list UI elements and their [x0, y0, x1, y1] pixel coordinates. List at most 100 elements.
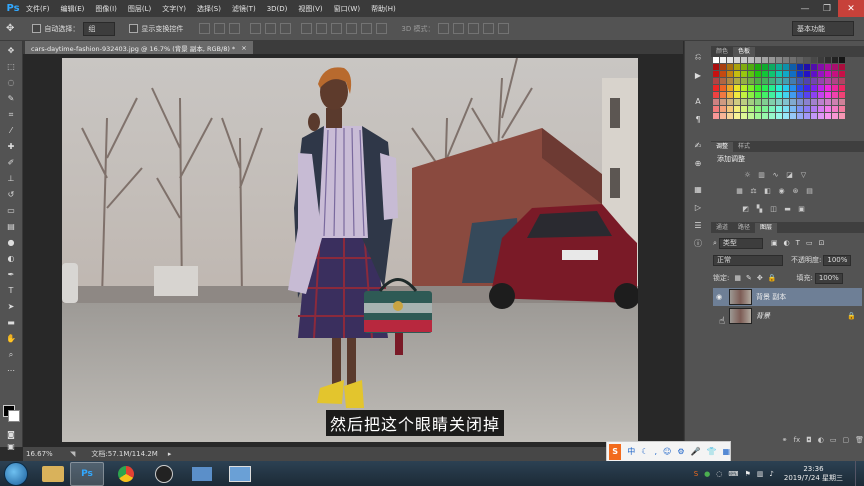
swatch-chip[interactable] [818, 71, 824, 77]
crop-tool-icon[interactable]: ⌗ [4, 108, 18, 121]
swatch-chip[interactable] [755, 106, 761, 112]
swatch-chip[interactable] [720, 85, 726, 91]
color-balance-adjust-icon[interactable]: ⚖ [749, 186, 758, 195]
swatch-chip[interactable] [797, 92, 803, 98]
swatch-chip[interactable] [734, 71, 740, 77]
gradient-map-adjust-icon[interactable]: ▬ [783, 204, 792, 213]
link-layers-icon[interactable]: ⚭ [782, 436, 788, 448]
swatch-chip[interactable] [811, 64, 817, 70]
swatch-chip[interactable] [825, 57, 831, 63]
swatch-chip[interactable] [762, 113, 768, 119]
swatch-chip[interactable] [825, 92, 831, 98]
swatch-chip[interactable] [720, 57, 726, 63]
swatch-chip[interactable] [762, 92, 768, 98]
curves-adjust-icon[interactable]: ∿ [771, 170, 780, 179]
menu-3d[interactable]: 3D(D) [267, 5, 288, 13]
filter-smart-icon[interactable]: ⊡ [819, 239, 825, 247]
swatch-chip[interactable] [804, 64, 810, 70]
swatch-chip[interactable] [720, 64, 726, 70]
align-right-icon[interactable] [280, 23, 292, 34]
swatch-chip[interactable] [727, 78, 733, 84]
black-white-adjust-icon[interactable]: ◧ [763, 186, 772, 195]
swatch-chip[interactable] [783, 71, 789, 77]
swatch-chip[interactable] [727, 85, 733, 91]
filter-type-icon[interactable]: T [796, 239, 800, 247]
swatch-chip[interactable] [776, 71, 782, 77]
status-arrow-icon[interactable]: ▸ [168, 450, 172, 458]
ime-settings-icon[interactable]: ⚙ [677, 447, 684, 456]
menu-select[interactable]: 选择(S) [197, 4, 221, 14]
layer-row-background-copy[interactable]: ◉ 背景 副本 [713, 288, 862, 306]
swatch-chip[interactable] [755, 85, 761, 91]
info-icon[interactable]: ⓘ [691, 237, 705, 249]
swatch-chip[interactable] [783, 85, 789, 91]
swatch-chip[interactable] [713, 106, 719, 112]
swatch-chip[interactable] [776, 85, 782, 91]
swatch-chip[interactable] [741, 92, 747, 98]
lock-pixels-icon[interactable]: ▦ [734, 274, 741, 282]
menu-edit[interactable]: 编辑(E) [61, 4, 85, 14]
swatch-chip[interactable] [734, 106, 740, 112]
swatch-chip[interactable] [734, 99, 740, 105]
swatch-chip[interactable] [839, 57, 845, 63]
swatch-chip[interactable] [755, 57, 761, 63]
swatch-chip[interactable] [818, 99, 824, 105]
swatch-chip[interactable] [720, 113, 726, 119]
distribute-left-icon[interactable] [346, 23, 358, 34]
brush-presets-icon[interactable]: ✍ [691, 139, 705, 151]
eye-visibility-icon[interactable]: ◉ [713, 293, 725, 301]
swatch-chip[interactable] [790, 113, 796, 119]
healing-brush-tool-icon[interactable]: ✚ [4, 140, 18, 153]
swatch-chip[interactable] [762, 57, 768, 63]
lock-move-icon[interactable]: ✥ [757, 274, 763, 282]
brightness-adjust-icon[interactable]: ☼ [743, 170, 752, 179]
photoshop-task-icon[interactable]: Ps [70, 461, 104, 486]
swatch-chip[interactable] [790, 92, 796, 98]
swatch-chip[interactable] [720, 106, 726, 112]
swatch-chip[interactable] [741, 113, 747, 119]
ime-skin-icon[interactable]: 👕 [706, 447, 716, 456]
ime-voice-icon[interactable]: 🎤 [691, 447, 701, 456]
posterize-adjust-icon[interactable]: ▚ [755, 204, 764, 213]
swatch-chip[interactable] [776, 106, 782, 112]
swatch-chip[interactable] [783, 78, 789, 84]
ime-language-toggle[interactable]: 中 [627, 446, 635, 457]
swatch-chip[interactable] [769, 71, 775, 77]
swatch-chip[interactable] [797, 113, 803, 119]
swatch-chip[interactable] [797, 71, 803, 77]
3d-pan-icon[interactable] [468, 23, 480, 34]
swatch-chip[interactable] [783, 64, 789, 70]
swatch-chip[interactable] [825, 99, 831, 105]
swatch-chip[interactable] [783, 113, 789, 119]
dodge-tool-icon[interactable]: ◐ [4, 252, 18, 265]
explorer-task-icon[interactable] [42, 465, 64, 482]
media-task-icon[interactable] [186, 463, 218, 485]
swatch-chip[interactable] [832, 99, 838, 105]
opacity-input[interactable]: 100% [823, 254, 852, 266]
tray-flag-icon[interactable]: ⚑ [745, 470, 751, 478]
swatch-chip[interactable] [755, 92, 761, 98]
exposure-adjust-icon[interactable]: ◪ [785, 170, 794, 179]
swatch-chip[interactable] [818, 113, 824, 119]
marquee-tool-icon[interactable]: ⬚ [4, 60, 18, 73]
menu-file[interactable]: 文件(F) [26, 4, 50, 14]
move-tool-icon[interactable]: ✥ [4, 44, 18, 57]
swatch-chip[interactable] [734, 78, 740, 84]
swatch-chip[interactable] [748, 99, 754, 105]
document-tab[interactable]: cars-daytime-fashion-932403.jpg @ 16.7% … [25, 41, 253, 54]
screen-mode-icon[interactable]: ▣ [4, 440, 18, 453]
menu-help[interactable]: 帮助(H) [371, 4, 396, 14]
swatch-chip[interactable] [734, 92, 740, 98]
zoom-tool-icon[interactable]: ⌕ [4, 348, 18, 361]
swatch-chip[interactable] [734, 57, 740, 63]
tab-layers[interactable]: 图层 [755, 223, 778, 233]
swatch-chip[interactable] [713, 113, 719, 119]
swatch-chip[interactable] [839, 113, 845, 119]
lock-paint-icon[interactable]: ✎ [746, 274, 752, 282]
tab-swatches[interactable]: 色板 [733, 47, 756, 57]
actions-icon[interactable]: ▶ [691, 69, 705, 81]
swatch-chip[interactable] [797, 85, 803, 91]
swatch-chip[interactable] [769, 92, 775, 98]
swatch-chip[interactable] [776, 99, 782, 105]
tray-network-icon[interactable]: ▥ [757, 470, 764, 478]
